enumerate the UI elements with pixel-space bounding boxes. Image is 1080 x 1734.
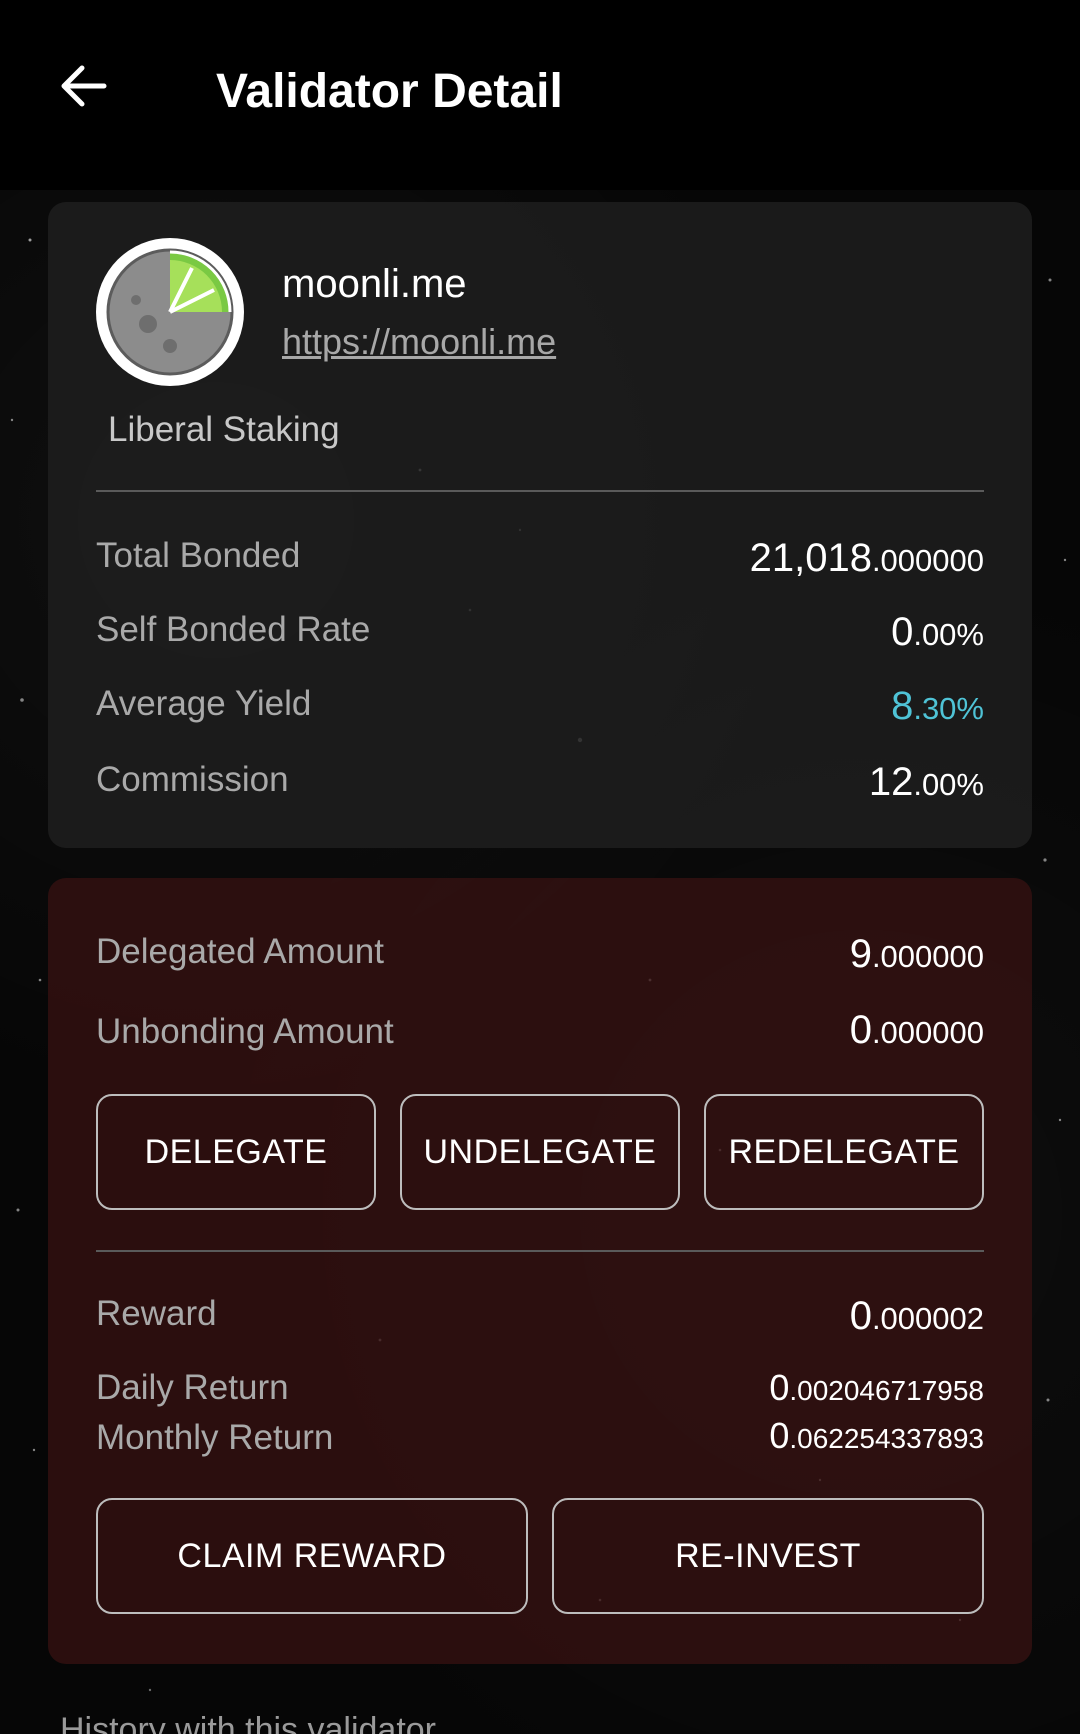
commission-label: Commission <box>96 760 289 799</box>
undelegate-button[interactable]: UNDELEGATE <box>400 1094 680 1210</box>
average-yield-label: Average Yield <box>96 684 312 723</box>
daily-return-value: 0.002046717958 <box>769 1367 984 1408</box>
validator-avatar <box>96 238 244 386</box>
total-bonded-label: Total Bonded <box>96 536 301 575</box>
delegated-amount-label: Delegated Amount <box>96 932 384 971</box>
validator-website-link[interactable]: https://moonli.me <box>282 320 556 364</box>
arrow-left-icon <box>61 65 107 107</box>
reinvest-button[interactable]: RE-INVEST <box>552 1498 984 1614</box>
page-title: Validator Detail <box>216 65 563 118</box>
divider <box>96 1250 984 1252</box>
validator-description: Liberal Staking <box>108 410 340 449</box>
self-bonded-rate-value: 0.00% <box>891 610 984 654</box>
redelegate-button[interactable]: REDELEGATE <box>704 1094 984 1210</box>
divider <box>96 490 984 492</box>
delegate-button[interactable]: DELEGATE <box>96 1094 376 1210</box>
unbonding-amount-label: Unbonding Amount <box>96 1012 394 1051</box>
total-bonded-value: 21,018.000000 <box>749 536 984 580</box>
unbonding-amount-value: 0.000000 <box>849 1008 984 1052</box>
reward-value: 0.000002 <box>849 1294 984 1338</box>
history-section-title: History with this validator <box>60 1711 437 1734</box>
delegated-amount-value: 9.000000 <box>849 932 984 976</box>
monthly-return-label: Monthly Return <box>96 1418 334 1457</box>
back-button[interactable] <box>48 50 120 122</box>
moonlime-logo-icon <box>98 240 242 384</box>
reward-label: Reward <box>96 1294 217 1333</box>
top-app-bar: Validator Detail <box>0 0 1080 190</box>
my-delegation-card: Delegated Amount 9.000000 Unbonding Amou… <box>48 878 1032 1664</box>
monthly-return-value: 0.062254337893 <box>769 1415 984 1456</box>
validator-detail-screen: Validator Detail moonli.me https://moonl… <box>0 0 1080 1734</box>
claim-reward-button[interactable]: CLAIM REWARD <box>96 1498 528 1614</box>
validator-info-card: moonli.me https://moonli.me Liberal Stak… <box>48 202 1032 848</box>
daily-return-label: Daily Return <box>96 1368 289 1407</box>
average-yield-value: 8.30% <box>891 684 984 728</box>
validator-moniker: moonli.me <box>282 262 467 306</box>
self-bonded-rate-label: Self Bonded Rate <box>96 610 371 649</box>
commission-value: 12.00% <box>868 760 984 804</box>
